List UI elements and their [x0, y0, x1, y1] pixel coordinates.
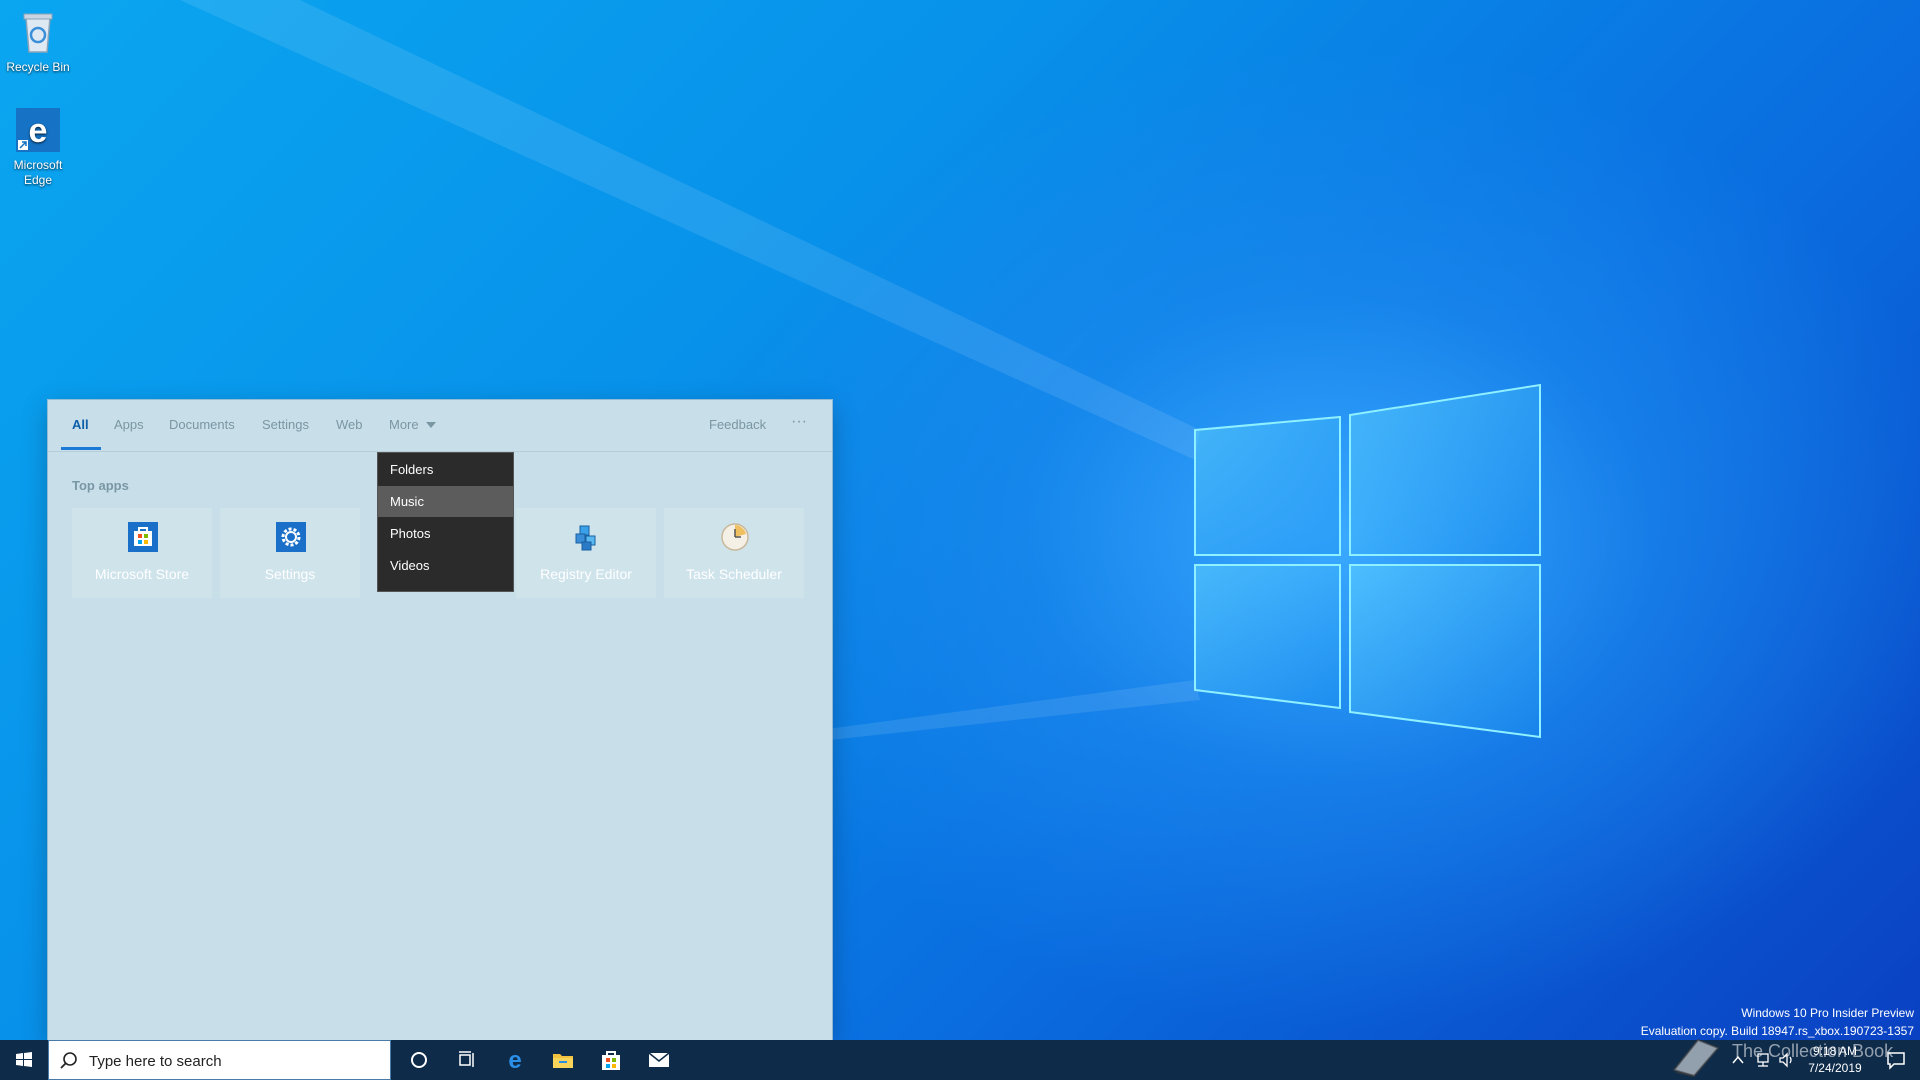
menu-item-folders[interactable]: Folders	[378, 454, 513, 485]
chevron-down-icon	[426, 422, 437, 428]
gear-icon	[276, 522, 306, 552]
active-tab-indicator	[61, 447, 101, 450]
top-apps-heading: Top apps	[72, 478, 129, 493]
more-dropdown-menu: Folders Music Photos Videos	[377, 452, 514, 592]
search-tabs-bar: All Apps Documents Settings Web More Fee…	[48, 400, 832, 452]
search-icon	[60, 1052, 77, 1069]
cortana-icon	[411, 1052, 427, 1068]
desktop-icon-recycle-bin[interactable]: Recycle Bin	[0, 8, 76, 75]
menu-item-videos[interactable]: Videos	[378, 550, 513, 581]
desktop-icon-label: Recycle Bin	[6, 60, 70, 74]
file-explorer-icon	[553, 1054, 573, 1068]
tab-settings[interactable]: Settings	[262, 417, 309, 432]
edge-icon: e	[508, 1048, 521, 1072]
book-icon	[1672, 1038, 1720, 1078]
cortana-button[interactable]	[395, 1040, 443, 1080]
top-app-label: Task Scheduler	[686, 566, 782, 582]
top-app-label: Registry Editor	[540, 566, 632, 582]
more-options-button[interactable]: ···	[791, 413, 807, 431]
tab-apps[interactable]: Apps	[114, 417, 144, 432]
top-app-task-scheduler[interactable]: Task Scheduler	[664, 508, 804, 598]
mail-button[interactable]	[635, 1040, 683, 1080]
top-app-registry-editor[interactable]: Registry Editor	[516, 508, 656, 598]
tab-more-label: More	[389, 417, 419, 432]
menu-item-music[interactable]: Music	[378, 486, 513, 517]
recycle-bin-icon	[14, 8, 62, 56]
tab-documents[interactable]: Documents	[169, 417, 235, 432]
tab-web[interactable]: Web	[336, 417, 363, 432]
tab-more[interactable]: More	[389, 417, 437, 432]
start-button[interactable]	[0, 1040, 48, 1080]
taskbar-search-box[interactable]	[48, 1040, 391, 1080]
desktop-icon-label: Microsoft Edge	[13, 158, 63, 187]
store-icon	[128, 522, 158, 552]
top-app-label: Settings	[264, 566, 316, 582]
collection-book-logo: The Collection Book	[1668, 1030, 1898, 1080]
registry-icon	[575, 525, 596, 551]
desktop-icon-edge[interactable]: e Microsoft Edge	[0, 106, 76, 188]
search-input[interactable]	[87, 1050, 381, 1072]
svg-text:e: e	[29, 112, 48, 150]
task-view-button[interactable]	[443, 1040, 491, 1080]
file-explorer-button[interactable]	[539, 1040, 587, 1080]
menu-item-photos[interactable]: Photos	[378, 518, 513, 549]
windows-logo-icon	[16, 1052, 32, 1067]
watermark-line-1: Windows 10 Pro Insider Preview	[1741, 1006, 1914, 1020]
mail-icon	[648, 1052, 670, 1067]
taskbar: e	[0, 1040, 1920, 1080]
svg-text:e: e	[508, 1048, 521, 1072]
feedback-link[interactable]: Feedback	[709, 417, 766, 432]
top-app-microsoft-store[interactable]: Microsoft Store	[72, 508, 212, 598]
clock-icon	[721, 523, 749, 551]
store-button[interactable]	[587, 1040, 635, 1080]
collection-book-text: The Collection Book	[1732, 1041, 1894, 1061]
top-app-settings[interactable]: Settings	[220, 508, 360, 598]
tab-all[interactable]: All	[72, 417, 89, 432]
taskbar-edge-button[interactable]: e	[491, 1040, 539, 1080]
task-view-icon	[459, 1051, 474, 1067]
top-app-label: Microsoft Store	[94, 566, 190, 582]
edge-icon: e	[14, 106, 62, 154]
store-icon	[602, 1051, 620, 1070]
